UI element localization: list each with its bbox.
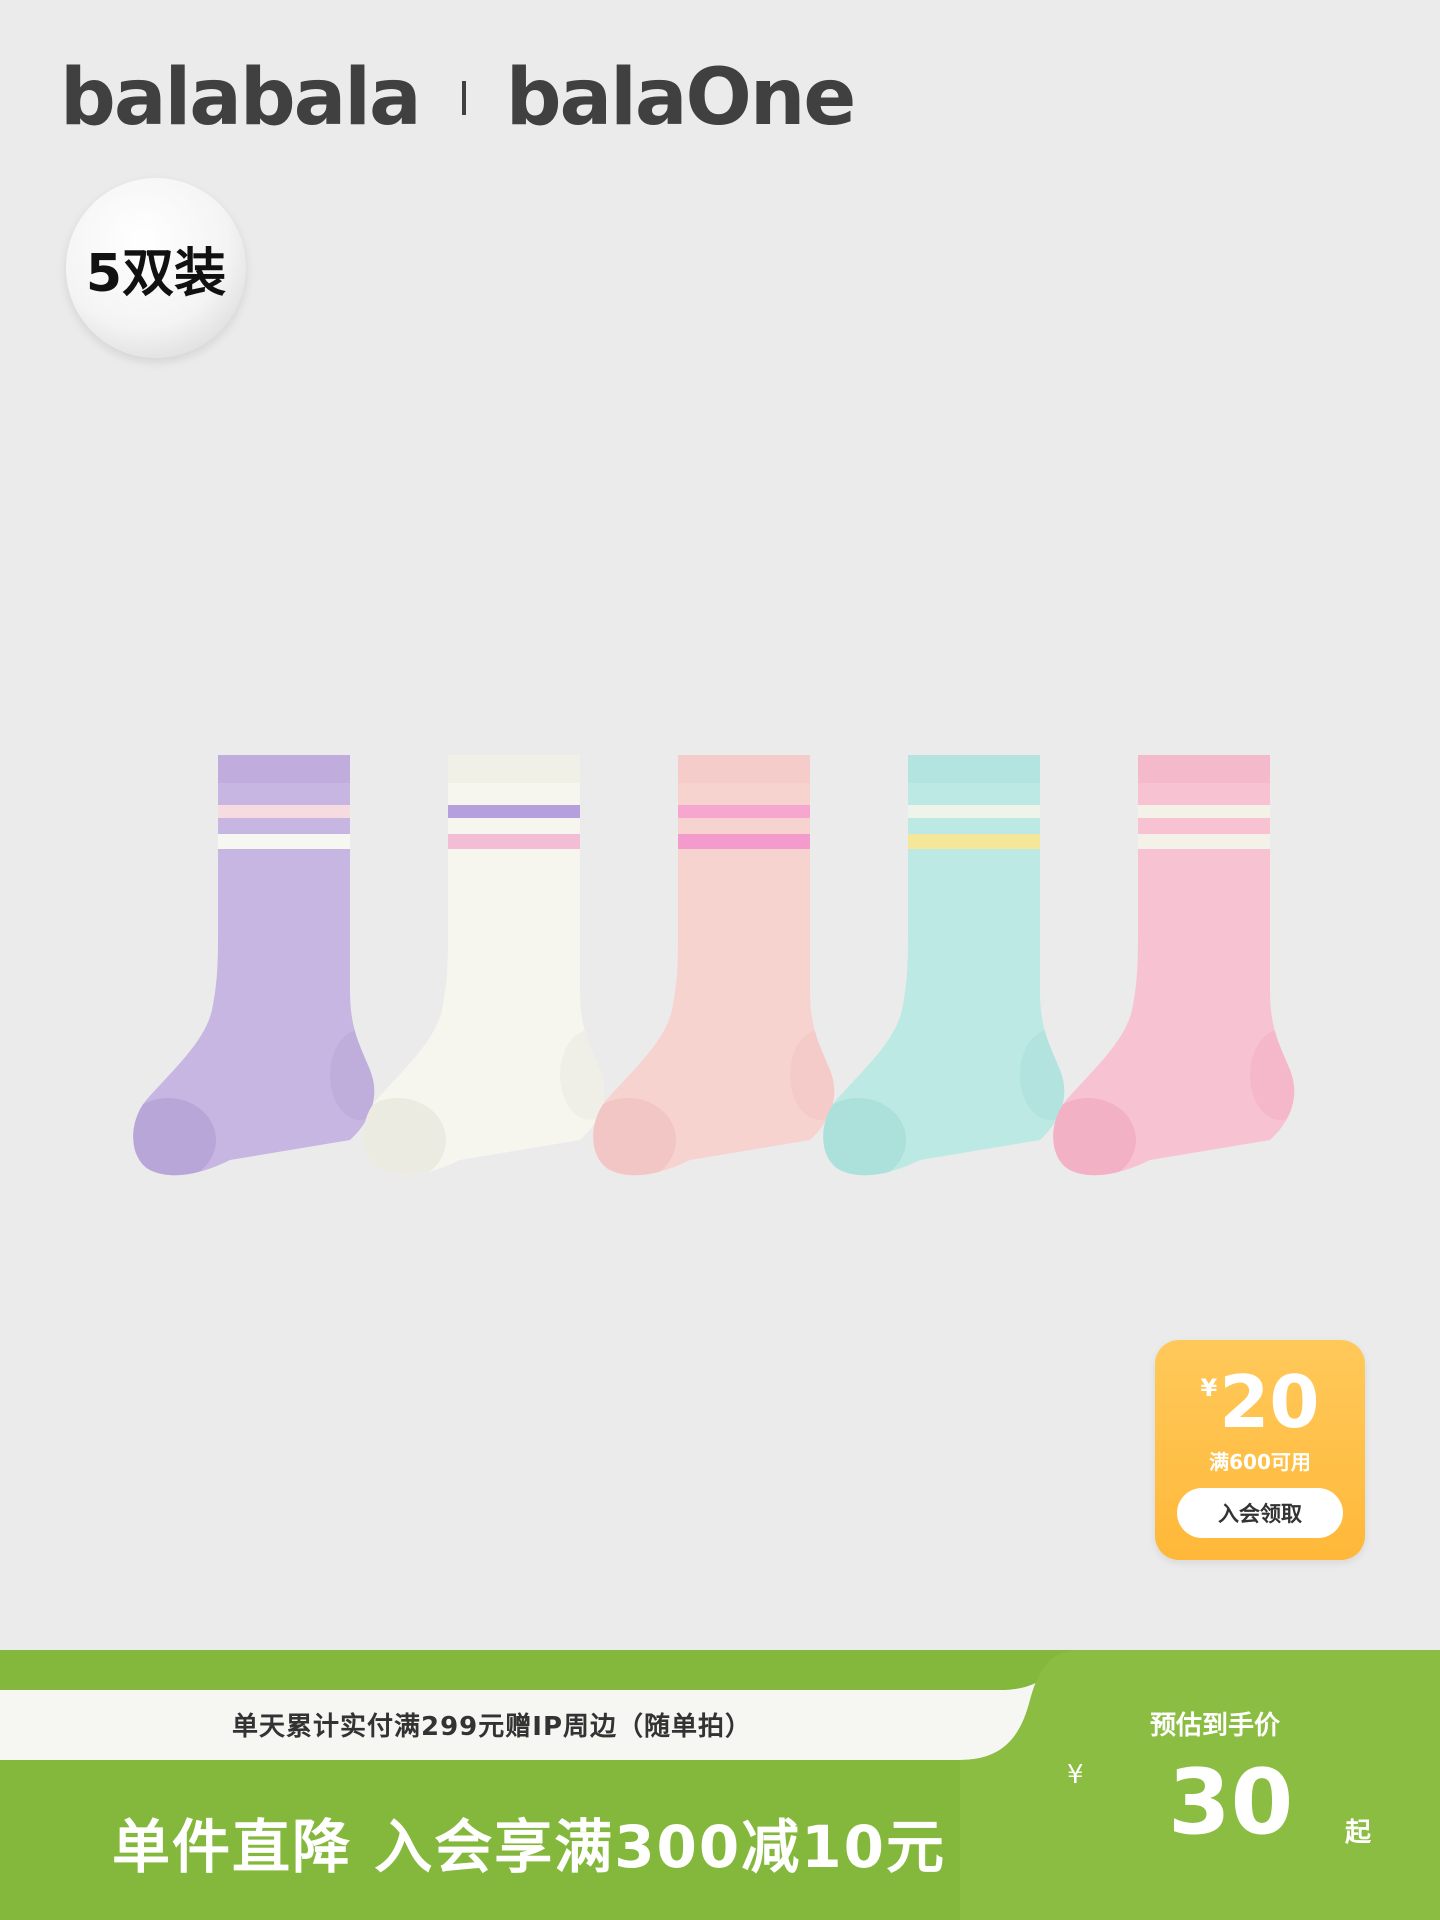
coupon-condition: 满600可用 bbox=[1209, 1450, 1311, 1474]
price-from-suffix: 起 bbox=[1345, 1818, 1372, 1848]
coupon-currency: ¥ bbox=[1200, 1374, 1218, 1402]
sock-3 bbox=[593, 755, 835, 1176]
coupon-value: 20 bbox=[1219, 1360, 1320, 1444]
sock-5 bbox=[1053, 755, 1295, 1176]
coupon-amount: ¥20 bbox=[1155, 1366, 1365, 1438]
member-coupon-card[interactable]: ¥20 满600可用 入会领取 bbox=[1155, 1340, 1365, 1560]
sock-2 bbox=[363, 755, 605, 1176]
estimated-price: 30 bbox=[1168, 1750, 1294, 1855]
estimated-price-label: 预估到手价 bbox=[1150, 1711, 1281, 1741]
product-image-socks bbox=[133, 755, 1295, 1176]
gift-promo-text: 单天累计实付满299元赠IP周边（随单拍） bbox=[232, 1712, 753, 1742]
price-currency: ¥ bbox=[1067, 1760, 1084, 1790]
discount-promo-text: 单件直降 入会享满300减10元 bbox=[112, 1813, 946, 1881]
sock-1 bbox=[133, 755, 375, 1176]
join-member-claim-button[interactable]: 入会领取 bbox=[1177, 1488, 1343, 1538]
sock-4 bbox=[823, 755, 1065, 1176]
